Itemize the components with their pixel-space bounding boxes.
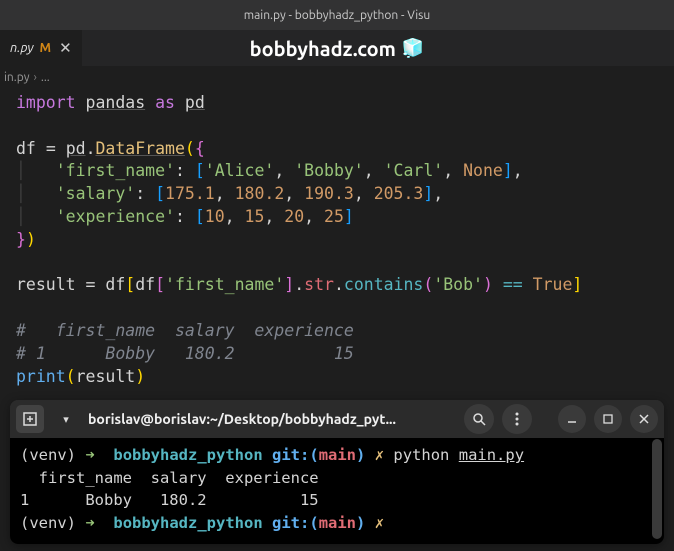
breadcrumb-file: in.py xyxy=(4,71,30,84)
operator: = xyxy=(46,139,56,158)
watermark-text: bobbyhadz.com xyxy=(250,37,396,60)
window-title: main.py - bobbyhadz_python - Visu xyxy=(244,9,430,22)
terminal-scrollbar[interactable] xyxy=(652,439,662,539)
terminal-window: ▾ borislav@borislav:~/Desktop/bobbyhadz_… xyxy=(10,400,664,544)
module-ref: pd xyxy=(66,139,86,158)
class: DataFrame xyxy=(96,139,185,158)
kebab-icon xyxy=(515,412,519,426)
variable: df xyxy=(16,139,36,158)
tab-bar: n.py M ✕ bobbyhadz.com 🧊 xyxy=(0,30,674,66)
terminal-body[interactable]: (venv) ➜ bobbyhadz_python git:(main) ✗ p… xyxy=(10,438,664,544)
code-editor[interactable]: import pandas as pd df = pd.DataFrame({ … xyxy=(0,88,674,400)
minimize-button[interactable] xyxy=(558,405,586,433)
keyword: import xyxy=(16,93,76,112)
chevron-right-icon: › xyxy=(34,71,37,84)
alias: pd xyxy=(185,93,205,112)
terminal-title: borislav@borislav:~/Desktop/bobbyhadz_py… xyxy=(88,411,456,427)
terminal-titlebar: ▾ borislav@borislav:~/Desktop/bobbyhadz_… xyxy=(10,400,664,438)
maximize-icon xyxy=(603,414,613,424)
tab-dropdown-button[interactable]: ▾ xyxy=(52,405,80,433)
variable: result xyxy=(16,275,76,294)
comment: # 1 Bobby 180.2 15 xyxy=(16,344,354,363)
watermark: bobbyhadz.com 🧊 xyxy=(250,37,425,60)
tab-modified-badge: M xyxy=(40,41,52,55)
search-button[interactable] xyxy=(464,404,494,434)
terminal-output: 1 Bobby 180.2 15 xyxy=(20,491,319,509)
new-tab-button[interactable] xyxy=(16,405,44,433)
breadcrumb[interactable]: in.py › ... xyxy=(0,66,674,88)
terminal-output: first_name salary experience xyxy=(20,469,319,487)
search-icon xyxy=(472,412,486,426)
minimize-icon xyxy=(567,414,577,424)
editor-tab-main[interactable]: n.py M ✕ xyxy=(0,30,82,66)
window-titlebar: main.py - bobbyhadz_python - Visu xyxy=(0,0,674,30)
breadcrumb-more: ... xyxy=(41,71,50,84)
module: pandas xyxy=(86,93,146,112)
cube-icon: 🧊 xyxy=(402,38,424,59)
close-window-button[interactable] xyxy=(630,405,658,433)
function-call: print xyxy=(16,367,66,386)
maximize-button[interactable] xyxy=(594,405,622,433)
new-tab-icon xyxy=(23,412,37,426)
close-icon xyxy=(639,414,649,424)
chevron-down-icon: ▾ xyxy=(63,413,69,426)
comment: # first_name salary experience xyxy=(16,321,354,340)
close-icon[interactable]: ✕ xyxy=(57,39,74,57)
keyword: as xyxy=(155,93,175,112)
tab-filename: n.py xyxy=(10,41,34,55)
menu-button[interactable] xyxy=(502,404,532,434)
